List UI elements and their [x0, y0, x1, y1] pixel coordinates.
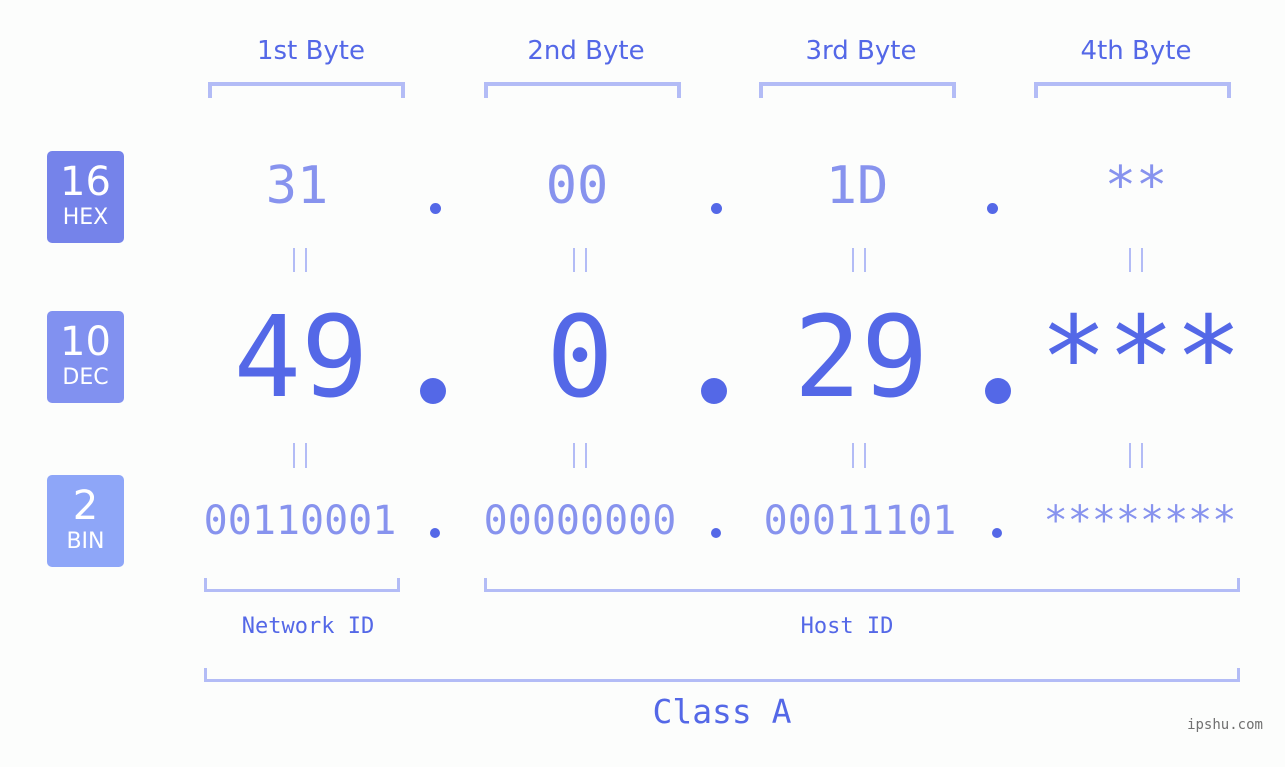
byte-bracket-2: [484, 82, 681, 98]
bin-dot-2: [711, 528, 721, 538]
bin-base-label: BIN: [66, 529, 105, 554]
bin-byte-2: 00000000: [483, 498, 677, 544]
byte-header-2: 2nd Byte: [527, 36, 645, 66]
hex-byte-4: **: [1104, 156, 1168, 216]
hex-byte-1: 31: [265, 156, 329, 216]
hex-badge: 16 HEX: [47, 151, 124, 243]
dec-dot-3: [985, 378, 1011, 404]
host-id-label: Host ID: [800, 614, 894, 639]
dec-byte-4: ***: [1039, 293, 1243, 423]
bin-byte-1: 00110001: [203, 498, 397, 544]
byte-header-4: 4th Byte: [1080, 36, 1192, 66]
dec-dot-1: [420, 378, 446, 404]
dec-byte-1: 49: [233, 293, 369, 423]
class-bracket: [204, 668, 1240, 682]
hex-dot-2: [711, 203, 722, 214]
bin-base-number: 2: [72, 483, 99, 529]
bin-byte-3: 00011101: [763, 498, 957, 544]
network-id-label: Network ID: [241, 614, 375, 639]
dec-dot-2: [701, 378, 727, 404]
class-label: Class A: [652, 692, 792, 731]
dec-byte-3: 29: [793, 293, 929, 423]
dec-byte-2: 0: [546, 293, 614, 423]
byte-header-3: 3rd Byte: [805, 36, 917, 66]
dec-badge: 10 DEC: [47, 311, 124, 403]
network-bracket: [204, 578, 400, 592]
bin-dot-3: [992, 528, 1002, 538]
hex-dot-3: [987, 203, 998, 214]
dec-base-label: DEC: [62, 365, 109, 390]
byte-bracket-4: [1034, 82, 1231, 98]
byte-header-1: 1st Byte: [257, 36, 365, 66]
watermark: ipshu.com: [1187, 717, 1263, 733]
hex-byte-3: 1D: [825, 156, 889, 216]
bin-byte-4: ********: [1043, 498, 1237, 544]
hex-dot-1: [430, 203, 441, 214]
bin-dot-1: [430, 528, 440, 538]
bin-badge: 2 BIN: [47, 475, 124, 567]
hex-base-label: HEX: [62, 205, 109, 230]
host-bracket: [484, 578, 1240, 592]
byte-bracket-1: [208, 82, 405, 98]
dec-base-number: 10: [60, 319, 111, 365]
byte-bracket-3: [759, 82, 956, 98]
hex-base-number: 16: [60, 159, 111, 205]
hex-byte-2: 00: [545, 156, 609, 216]
